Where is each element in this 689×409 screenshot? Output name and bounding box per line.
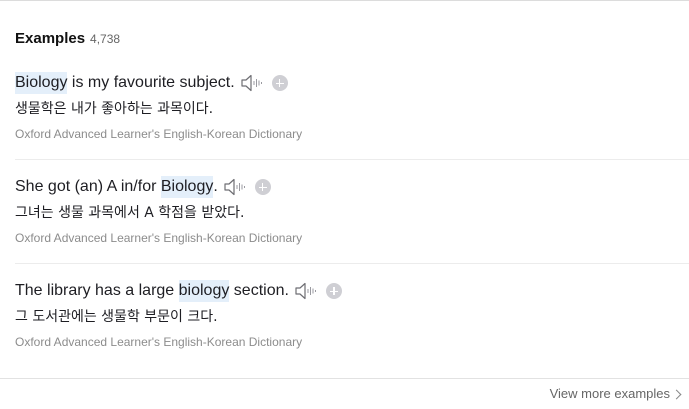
top-border: [0, 0, 689, 1]
sentence-text: section.: [229, 282, 289, 299]
add-plus-icon[interactable]: [325, 283, 342, 299]
example-source: Oxford Advanced Learner's English-Korean…: [15, 127, 303, 141]
sentence-text: .: [213, 178, 218, 195]
chevron-right-icon: [671, 389, 682, 399]
divider: [15, 263, 689, 264]
speaker-icon[interactable]: [223, 177, 247, 197]
sentence-text: is my favourite subject.: [67, 74, 235, 91]
example-source: Oxford Advanced Learner's English-Korean…: [15, 231, 303, 245]
highlighted-word[interactable]: biology: [178, 280, 230, 302]
example-source: Oxford Advanced Learner's English-Korean…: [15, 335, 303, 349]
example-sentence: She got (an) A in/for Biology.: [15, 176, 689, 198]
example-item: Biology is my favourite subject. 생물학은 내가…: [15, 72, 689, 141]
add-plus-icon[interactable]: [254, 179, 271, 195]
examples-header: Examples 4,738: [15, 30, 120, 47]
example-translation: 그 도서관에는 생물학 부문이 크다.: [15, 309, 218, 325]
sentence-text: The library has a large: [15, 282, 179, 299]
example-sentence: The library has a large biology section.: [15, 280, 689, 302]
examples-count: 4,738: [90, 32, 121, 46]
highlighted-word[interactable]: Biology: [15, 72, 68, 94]
add-plus-icon[interactable]: [271, 75, 288, 91]
sentence-text: She got (an) A in/for: [15, 178, 161, 195]
example-item: She got (an) A in/for Biology. 그녀는 생물 과목…: [15, 176, 689, 245]
view-more-examples-link[interactable]: View more examples: [549, 386, 682, 401]
examples-title: Examples: [15, 30, 86, 47]
view-more-label: View more examples: [549, 386, 670, 401]
example-translation: 그녀는 생물 과목에서 A 학점을 받았다.: [15, 205, 245, 221]
example-item: The library has a large biology section.…: [15, 280, 689, 349]
divider: [15, 159, 689, 160]
footer-divider: [0, 378, 689, 379]
speaker-icon[interactable]: [294, 281, 318, 301]
highlighted-word[interactable]: Biology: [160, 176, 214, 198]
example-sentence: Biology is my favourite subject.: [15, 72, 689, 94]
speaker-icon[interactable]: [240, 73, 264, 93]
example-translation: 생물학은 내가 좋아하는 과목이다.: [15, 101, 214, 117]
